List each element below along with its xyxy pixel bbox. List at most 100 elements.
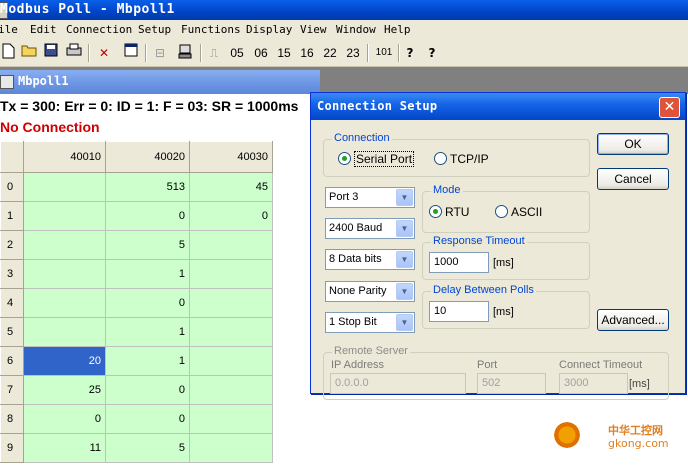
menu-display[interactable]: Display [246,23,292,36]
serial-port-radio[interactable]: Serial Port [338,151,415,167]
ascii-radio[interactable]: ASCII [495,205,542,219]
table-cell[interactable] [23,259,106,289]
table-cell[interactable] [23,201,106,231]
delete-icon[interactable]: ✕ [96,43,112,63]
parity-select[interactable]: None Parity ▼ [325,281,415,302]
open-folder-icon[interactable] [20,43,38,63]
response-timeout-input[interactable]: 1000 [429,252,489,273]
table-cell[interactable] [189,317,273,347]
column-header[interactable]: 40030 [189,141,273,173]
menu-file[interactable]: ile [0,23,18,36]
main-title-bar[interactable]: Modbus Poll - Mbpoll1 [0,0,688,20]
close-icon[interactable]: ✕ [659,97,680,118]
table-cell[interactable] [189,375,273,405]
save-icon[interactable] [43,43,59,63]
func-05-button[interactable]: 05 [229,43,245,63]
table-row: 3 1 [0,259,273,289]
table-cell[interactable] [189,346,273,376]
chevron-down-icon[interactable]: ▼ [396,283,413,300]
table-cell[interactable]: 0 [105,288,190,318]
table-cell[interactable] [189,404,273,434]
column-header[interactable]: 40010 [23,141,106,173]
tcp-ip-radio[interactable]: TCP/IP [434,152,489,166]
table-cell-selected[interactable]: 20 [23,346,106,376]
menu-functions[interactable]: Functions [181,23,241,36]
window-icon[interactable] [123,43,139,63]
remote-server-label: Remote Server [332,345,410,357]
connect-icon[interactable]: ⊟ [152,43,168,63]
table-cell[interactable] [23,230,106,260]
cancel-button[interactable]: Cancel [597,168,669,190]
table-cell[interactable] [189,433,273,463]
menu-view[interactable]: View [300,23,327,36]
delay-between-polls-input[interactable]: 10 [429,301,489,322]
table-header-row: 40010 40020 40030 [0,141,273,173]
port-input[interactable]: 502 [477,373,546,394]
advanced-button[interactable]: Advanced... [597,309,669,331]
pulse-icon[interactable]: ⎍ [207,43,221,63]
ip-address-input[interactable]: 0.0.0.0 [330,373,466,394]
disconnect-icon[interactable] [176,43,194,63]
table-cell[interactable]: 45 [189,172,273,202]
ok-button[interactable]: OK [597,133,669,155]
table-cell[interactable]: 5 [105,433,190,463]
table-cell[interactable]: 0 [23,404,106,434]
func-22-button[interactable]: 22 [322,43,338,63]
table-cell[interactable]: 513 [105,172,190,202]
whats-this-help-icon[interactable]: ? [424,43,440,63]
print-icon[interactable] [65,43,83,63]
table-cell[interactable]: 0 [105,201,190,231]
table-cell[interactable] [189,259,273,289]
dialog-title-bar[interactable]: Connection Setup ✕ [311,93,685,120]
connect-timeout-input[interactable]: 3000 [559,373,628,394]
column-header[interactable]: 40020 [105,141,190,173]
table-row: 8 0 0 [0,404,273,434]
chevron-down-icon[interactable]: ▼ [396,189,413,206]
port-select[interactable]: Port 3 ▼ [325,187,415,208]
table-cell[interactable]: 0 [105,375,190,405]
menu-edit[interactable]: Edit [30,23,57,36]
menu-window[interactable]: Window [336,23,376,36]
rtu-radio[interactable]: RTU [429,205,469,219]
table-cell[interactable]: 1 [105,259,190,289]
table-cell[interactable]: 1 [105,317,190,347]
delay-between-polls-unit: [ms] [493,306,514,318]
table-row: 7 25 0 [0,375,273,405]
response-timeout-group: Response Timeout 1000 [ms] [422,235,590,280]
chevron-down-icon[interactable]: ▼ [396,251,413,268]
table-cell[interactable] [189,288,273,318]
table-cell[interactable]: 5 [105,230,190,260]
table-cell[interactable]: 0 [189,201,273,231]
table-cell[interactable]: 1 [105,346,190,376]
serial-port-label: Serial Port [354,151,415,167]
register-table: 40010 40020 40030 0 513 45 1 0 0 2 5 3 1 [0,141,273,463]
row-header: 7 [0,375,24,405]
new-file-icon[interactable] [1,43,15,63]
help-icon[interactable]: ? [403,43,417,63]
menu-setup[interactable]: Setup [138,23,171,36]
ip-address-label: IP Address [331,359,384,371]
chevron-down-icon[interactable]: ▼ [396,220,413,237]
table-cell[interactable]: 0 [105,404,190,434]
table-cell[interactable] [23,317,106,347]
baud-select[interactable]: 2400 Baud ▼ [325,218,415,239]
table-cell[interactable] [23,288,106,318]
table-cell[interactable]: 11 [23,433,106,463]
func-16-button[interactable]: 16 [299,43,315,63]
func-23-button[interactable]: 23 [345,43,361,63]
func-06-button[interactable]: 06 [253,43,269,63]
poll-status-line: Tx = 300: Err = 0: ID = 1: F = 03: SR = … [0,98,299,114]
menu-connection[interactable]: Connection [66,23,132,36]
table-cell[interactable] [189,230,273,260]
table-cell[interactable]: 25 [23,375,106,405]
data-bits-select[interactable]: 8 Data bits ▼ [325,249,415,270]
row-header: 8 [0,404,24,434]
func-101-button[interactable]: 101 [374,43,394,63]
menu-help[interactable]: Help [384,23,411,36]
func-15-button[interactable]: 15 [276,43,292,63]
child-title-bar[interactable]: Mbpoll1 [0,70,320,94]
table-cell[interactable] [23,172,106,202]
stop-bits-select[interactable]: 1 Stop Bit ▼ [325,312,415,333]
rtu-label: RTU [445,205,470,219]
chevron-down-icon[interactable]: ▼ [396,314,413,331]
